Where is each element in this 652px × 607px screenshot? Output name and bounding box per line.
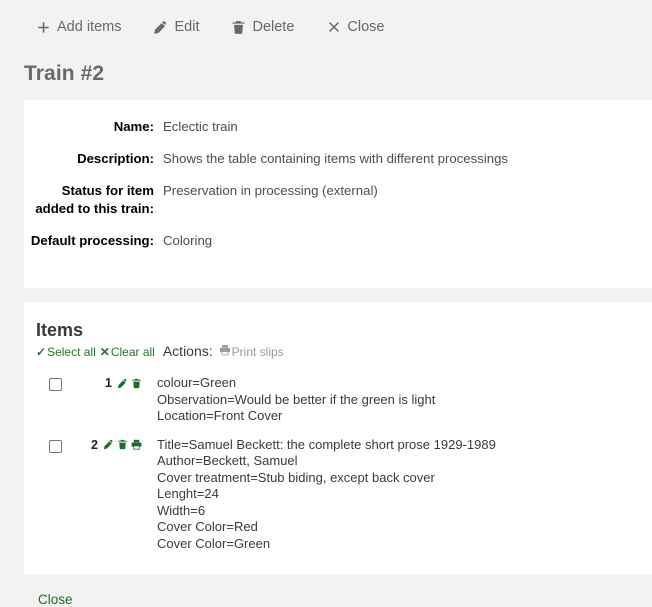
plus-icon: [36, 20, 51, 35]
print-slips-action[interactable]: Print slips: [219, 344, 284, 359]
item-number-cell: 1: [86, 375, 142, 390]
items-actions-bar: ✓ Select all ✕ Clear all Actions: Print …: [24, 343, 652, 359]
pencil-icon[interactable]: [117, 378, 128, 389]
item-number-cell: 2: [86, 437, 142, 452]
item-field: Cover Color=Green: [157, 536, 496, 553]
detail-row-description: Description: Shows the table containing …: [24, 150, 652, 168]
item-field: Author=Beckett, Samuel: [157, 453, 496, 470]
table-row: 2 Title=Sam: [24, 431, 652, 559]
detail-label-status: Status for item added to this train:: [24, 182, 154, 218]
item-field: Width=6: [157, 503, 496, 520]
footer-close-link[interactable]: Close: [38, 592, 73, 607]
delete-label: Delete: [252, 19, 294, 35]
actions-label: Actions:: [163, 343, 213, 359]
items-heading: Items: [24, 320, 652, 341]
top-toolbar: Add items Edit Delete Close: [0, 0, 652, 54]
pencil-icon[interactable]: [103, 439, 114, 450]
items-panel: Items ✓ Select all ✕ Clear all Actions: …: [24, 302, 652, 574]
item-field: colour=Green: [157, 375, 435, 392]
item-checkbox[interactable]: [49, 440, 62, 453]
pencil-icon: [153, 20, 168, 35]
item-number: 1: [105, 376, 112, 390]
detail-label-name: Name:: [24, 118, 154, 136]
clear-all-label: Clear all: [111, 345, 155, 359]
close-button[interactable]: Close: [326, 19, 384, 35]
detail-value-name: Eclectic train: [163, 118, 238, 136]
detail-row-default-processing: Default processing: Coloring: [24, 232, 652, 250]
item-field: Observation=Would be better if the green…: [157, 392, 435, 409]
delete-button[interactable]: Delete: [231, 19, 294, 35]
item-field: Cover treatment=Stub biding, except back…: [157, 470, 496, 487]
item-checkbox-cell: [24, 375, 86, 391]
close-icon: [326, 20, 341, 35]
printer-icon[interactable]: [131, 439, 142, 450]
item-field: Location=Front Cover: [157, 408, 435, 425]
table-row: 1 colour=Green Observation=Would be bett…: [24, 369, 652, 431]
printer-icon: [219, 344, 232, 359]
item-fields: colour=Green Observation=Would be better…: [157, 375, 435, 425]
item-field: Lenght=24: [157, 486, 496, 503]
trash-icon[interactable]: [131, 378, 142, 389]
item-field: Cover Color=Red: [157, 519, 496, 536]
trash-icon: [231, 20, 246, 35]
item-fields: Title=Samuel Beckett: the complete short…: [157, 437, 496, 553]
train-details-panel: Name: Eclectic train Description: Shows …: [24, 100, 652, 288]
edit-label: Edit: [174, 19, 199, 35]
footer: Close: [0, 574, 652, 607]
item-number: 2: [91, 438, 98, 452]
print-slips-label: Print slips: [232, 345, 284, 359]
detail-value-description: Shows the table containing items with di…: [163, 150, 508, 168]
select-all-label: Select all: [47, 345, 96, 359]
detail-row-name: Name: Eclectic train: [24, 118, 652, 136]
trash-icon[interactable]: [117, 439, 128, 450]
clear-all-link[interactable]: ✕ Clear all: [100, 345, 155, 359]
cross-icon: ✕: [100, 345, 110, 359]
detail-label-default-processing: Default processing:: [24, 232, 154, 250]
page-title: Train #2: [0, 54, 652, 86]
item-field: Title=Samuel Beckett: the complete short…: [157, 437, 496, 454]
select-all-link[interactable]: ✓ Select all: [36, 345, 96, 359]
close-label: Close: [347, 19, 384, 35]
detail-value-default-processing: Coloring: [163, 232, 212, 250]
item-checkbox-cell: [24, 437, 86, 453]
add-items-label: Add items: [57, 19, 121, 35]
detail-value-status: Preservation in processing (external): [163, 182, 378, 200]
check-icon: ✓: [36, 345, 46, 359]
add-items-button[interactable]: Add items: [36, 19, 121, 35]
edit-button[interactable]: Edit: [153, 19, 199, 35]
detail-row-status: Status for item added to this train: Pre…: [24, 182, 652, 218]
item-checkbox[interactable]: [49, 378, 62, 391]
detail-label-description: Description:: [24, 150, 154, 168]
